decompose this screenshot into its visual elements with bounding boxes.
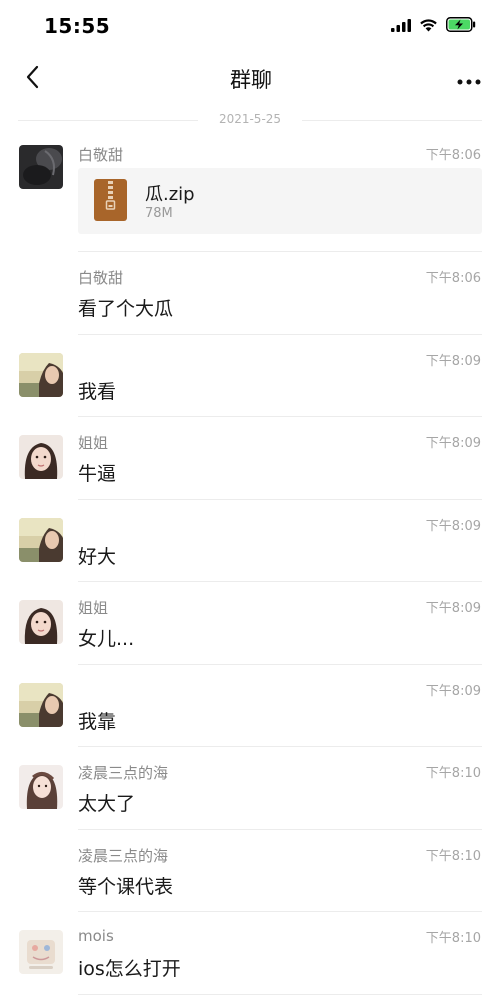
- file-size: 78M: [145, 206, 173, 221]
- message-text: 好大: [78, 546, 117, 568]
- nav-bar: 群聊: [0, 56, 502, 106]
- message-text: 女儿...: [78, 628, 135, 650]
- avatar[interactable]: [19, 683, 63, 727]
- message-time: 下午8:09: [425, 436, 481, 451]
- sender-name: 姐姐: [78, 434, 109, 452]
- message-separator: [78, 994, 482, 995]
- message-item: 下午8:09 我看: [0, 335, 502, 417]
- date-divider: 2021-5-25: [18, 110, 482, 130]
- date-label: 2021-5-25: [218, 112, 282, 126]
- message-text: 我靠: [78, 711, 117, 733]
- more-button[interactable]: [454, 66, 484, 92]
- message-item: 白敬甜 下午8:06 看了个大瓜: [0, 252, 502, 335]
- message-item: 姐姐 下午8:09 牛逼: [0, 417, 502, 500]
- message-text: 等个课代表: [78, 876, 174, 898]
- avatar[interactable]: [19, 518, 63, 562]
- sender-name: 姐姐: [78, 599, 109, 617]
- file-attachment[interactable]: 瓜.zip 78M: [78, 168, 482, 234]
- message-item: 下午8:09 好大: [0, 500, 502, 582]
- avatar[interactable]: [19, 145, 63, 189]
- message-time: 下午8:06: [425, 271, 481, 286]
- message-item: mois 下午8:10 ios怎么打开: [0, 912, 502, 1000]
- status-bar: 15:55: [0, 0, 502, 56]
- avatar[interactable]: [19, 600, 63, 644]
- sender-name: 白敬甜: [78, 146, 124, 164]
- message-time: 下午8:09: [425, 684, 481, 699]
- avatar[interactable]: [19, 353, 63, 397]
- sender-name: 凌晨三点的海: [78, 764, 169, 782]
- status-time: 15:55: [44, 14, 111, 38]
- sender-name: 凌晨三点的海: [78, 847, 169, 865]
- message-file: 白敬甜 下午8:06 瓜.zip 78M: [0, 140, 502, 252]
- wifi-icon: [419, 17, 438, 36]
- page-title: 群聊: [230, 68, 272, 92]
- sender-name: 白敬甜: [78, 269, 124, 287]
- message-item: 凌晨三点的海 下午8:10 太大了: [0, 747, 502, 830]
- message-time: 下午8:09: [425, 601, 481, 616]
- sender-name: mois: [78, 927, 114, 945]
- message-time: 下午8:10: [425, 931, 481, 946]
- message-time: 下午8:10: [425, 766, 481, 781]
- message-item: 姐姐 下午8:09 女儿...: [0, 582, 502, 665]
- message-text: ios怎么打开: [78, 958, 181, 980]
- message-time: 下午8:10: [425, 849, 481, 864]
- signal-icon: [391, 17, 411, 36]
- avatar[interactable]: [19, 435, 63, 479]
- divider-line: [302, 120, 482, 121]
- message-item: 凌晨三点的海 下午8:10 等个课代表: [0, 830, 502, 912]
- message-time: 下午8:06: [425, 148, 481, 163]
- file-name: 瓜.zip: [145, 184, 195, 205]
- message-text: 牛逼: [78, 463, 117, 485]
- avatar[interactable]: [19, 930, 63, 974]
- battery-charging-icon: [446, 17, 476, 36]
- message-text: 太大了: [78, 793, 136, 815]
- message-item: 下午8:09 我靠: [0, 665, 502, 747]
- avatar[interactable]: [19, 765, 63, 809]
- message-text: 看了个大瓜: [78, 298, 174, 320]
- zip-file-icon: [94, 179, 127, 221]
- more-dots-icon: [457, 70, 481, 89]
- status-icons: [391, 17, 476, 36]
- message-text: 我看: [78, 381, 117, 403]
- message-time: 下午8:09: [425, 354, 481, 369]
- message-time: 下午8:09: [425, 519, 481, 534]
